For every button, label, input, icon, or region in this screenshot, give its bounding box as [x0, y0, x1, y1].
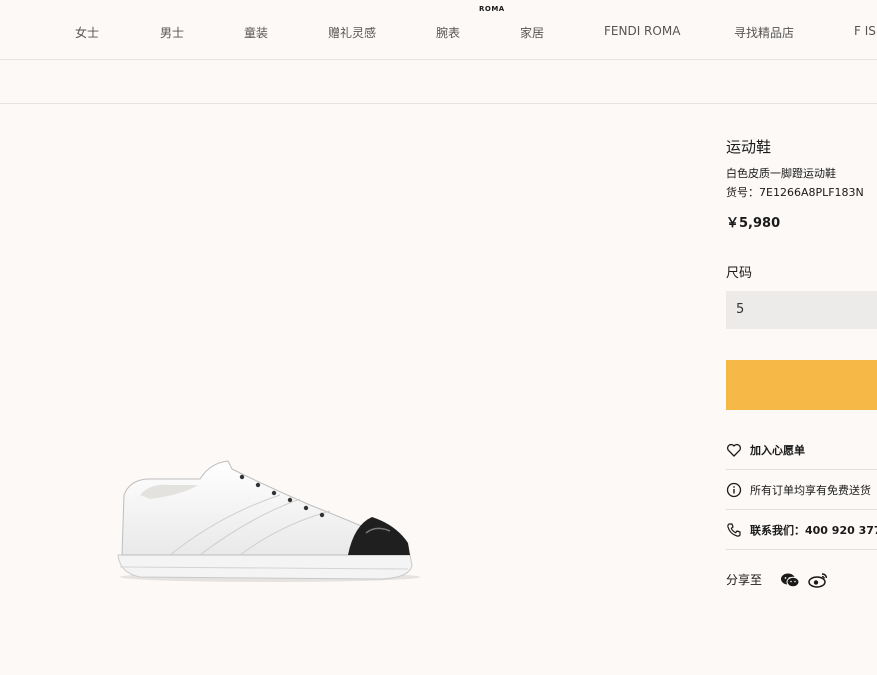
product-sku: 货号：7E1266A8PLF183N: [726, 184, 864, 200]
wishlist-label: 加入心愿单: [750, 443, 805, 457]
sneaker-image[interactable]: [110, 455, 420, 590]
wechat-icon[interactable]: [780, 572, 800, 588]
info-icon: [726, 482, 742, 497]
free-shipping-row: 所有订单均享有免费送货: [726, 470, 877, 510]
contact-text: 联系我们：400 920 3777: [750, 523, 877, 537]
nav-item-home[interactable]: 家居: [520, 24, 544, 41]
size-label: 尺码: [726, 266, 753, 281]
nav-item-fendi-roma[interactable]: FENDI ROMA: [604, 24, 680, 38]
wishlist-row[interactable]: 加入心愿单: [726, 430, 877, 470]
share-section: 分享至: [726, 571, 836, 588]
site-header: ROMA 女士 男士 童装 赠礼灵感 腕表 家居 FENDI ROMA 寻找精品…: [0, 0, 877, 60]
nav-item-watches[interactable]: 腕表: [436, 24, 460, 41]
add-to-cart-button[interactable]: [726, 360, 877, 410]
nav-item-men[interactable]: 男士: [160, 24, 184, 41]
nav-item-gifts[interactable]: 赠礼灵感: [328, 24, 376, 41]
share-label: 分享至: [726, 573, 763, 587]
weibo-icon[interactable]: [808, 572, 828, 588]
sku-value: 7E1266A8PLF183N: [759, 186, 864, 199]
heart-icon: [727, 443, 741, 457]
phone-icon: [727, 522, 741, 537]
brand-logo-subtitle: ROMA: [479, 5, 505, 13]
nav-item-kids[interactable]: 童装: [244, 24, 268, 41]
contact-row[interactable]: 联系我们：400 920 3777: [726, 510, 877, 550]
size-select[interactable]: 5: [726, 291, 877, 329]
sku-label: 货号：: [726, 186, 759, 199]
free-shipping-text: 所有订单均享有免费送货: [750, 483, 871, 497]
brand-logo[interactable]: [440, 0, 550, 2]
product-description: 白色皮质一脚蹬运动鞋: [726, 167, 836, 180]
product-price: ￥5,980: [726, 216, 781, 231]
product-category: 运动鞋: [726, 138, 772, 156]
nav-item-women[interactable]: 女士: [75, 24, 99, 41]
nav-item-f-is[interactable]: F IS: [854, 24, 876, 38]
breadcrumb-bar: [0, 60, 877, 104]
nav-item-store-locator[interactable]: 寻找精品店: [734, 24, 794, 41]
